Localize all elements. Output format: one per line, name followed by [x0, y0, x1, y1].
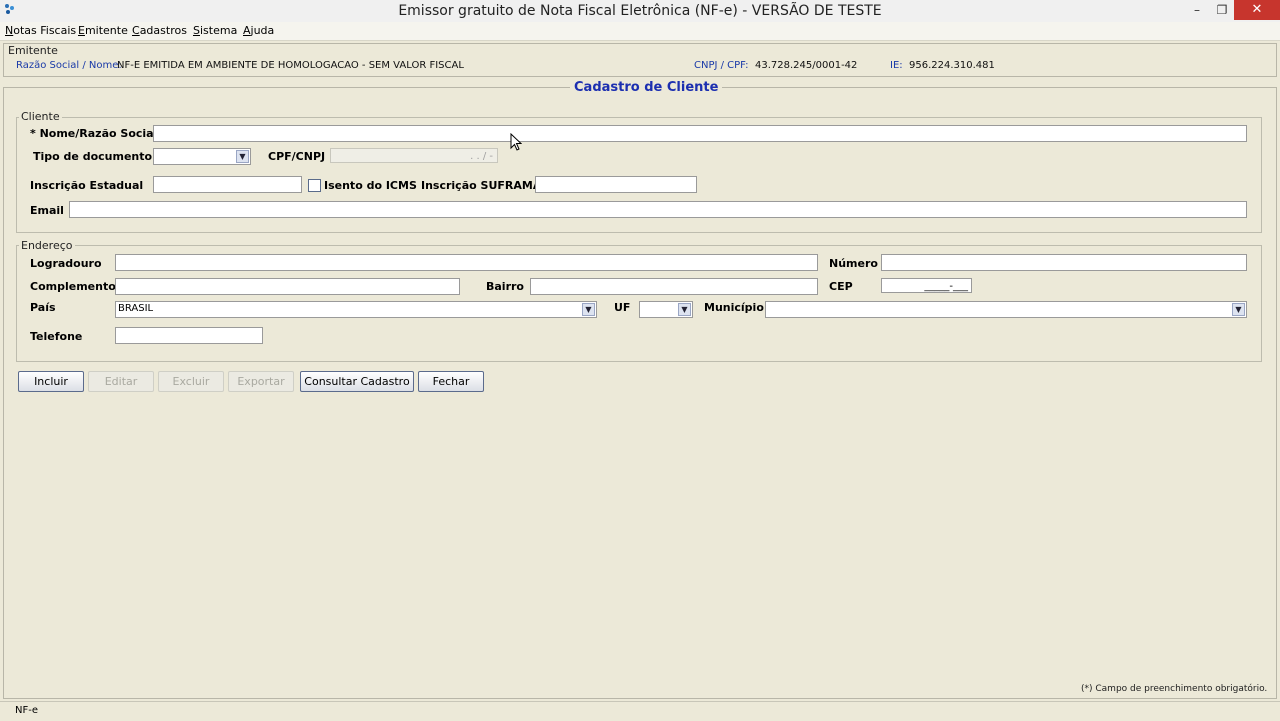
bairro-input[interactable]: [530, 278, 818, 295]
menu-ajuda[interactable]: Ajuda: [243, 24, 274, 37]
numero-label: Número: [829, 257, 878, 270]
emitente-razao-value: NF-E EMITIDA EM AMBIENTE DE HOMOLOGACAO …: [117, 60, 464, 71]
numero-input[interactable]: [881, 254, 1247, 271]
fechar-button[interactable]: Fechar: [418, 371, 484, 392]
endereco-group-label: Endereço: [19, 239, 75, 252]
excluir-button[interactable]: Excluir: [158, 371, 224, 392]
required-fields-note: (*) Campo de preenchimento obrigatório.: [1081, 684, 1268, 694]
consultar-cadastro-button[interactable]: Consultar Cadastro: [300, 371, 414, 392]
menu-notas-fiscais[interactable]: Notas Fiscais: [5, 24, 76, 37]
cliente-group-label: Cliente: [19, 110, 62, 123]
pais-value: BRASIL: [118, 303, 154, 314]
menu-sistema[interactable]: Sistema: [193, 24, 237, 37]
menu-bar: Notas Fiscais Emitente Cadastros Sistema…: [0, 22, 1280, 41]
menu-emitente[interactable]: Emitente: [78, 24, 128, 37]
emitente-ie-value: 956.224.310.481: [909, 60, 995, 71]
menu-cadastros[interactable]: Cadastros: [132, 24, 187, 37]
chevron-down-icon[interactable]: ▼: [1232, 303, 1245, 316]
cpf-cnpj-input[interactable]: . . / -: [330, 148, 498, 163]
exportar-button[interactable]: Exportar: [228, 371, 294, 392]
nome-label: * Nome/Razão Social: [30, 127, 158, 140]
isento-icms-label: Isento do ICMS: [324, 179, 417, 192]
telefone-label: Telefone: [30, 330, 83, 343]
municipio-select[interactable]: ▼: [765, 301, 1247, 318]
status-text: NF-e: [15, 705, 38, 716]
nome-input[interactable]: [153, 125, 1247, 142]
suframa-label: Inscrição SUFRAMA: [421, 179, 542, 192]
editar-button[interactable]: Editar: [88, 371, 154, 392]
cpf-cnpj-label: CPF/CNPJ: [268, 150, 326, 163]
pais-label: País: [30, 301, 56, 314]
emitente-razao-label: Razão Social / Nome:: [16, 60, 122, 71]
close-button[interactable]: ✕: [1234, 0, 1280, 20]
incluir-button[interactable]: Incluir: [18, 371, 84, 392]
municipio-label: Município: [704, 301, 764, 314]
chevron-down-icon[interactable]: ▼: [678, 303, 691, 316]
window-title: Emissor gratuito de Nota Fiscal Eletrôni…: [398, 3, 882, 19]
mouse-cursor-icon: [510, 132, 523, 154]
email-label: Email: [30, 204, 64, 217]
complemento-input[interactable]: [115, 278, 460, 295]
status-bar: NF-e: [0, 701, 1280, 721]
emitente-cnpj-value: 43.728.245/0001-42: [755, 60, 858, 71]
isento-icms-checkbox[interactable]: [308, 179, 321, 192]
chevron-down-icon[interactable]: ▼: [236, 150, 249, 163]
suframa-input[interactable]: [535, 176, 697, 193]
telefone-input[interactable]: [115, 327, 263, 344]
chevron-down-icon[interactable]: ▼: [582, 303, 595, 316]
logradouro-label: Logradouro: [30, 257, 102, 270]
uf-select[interactable]: ▼: [639, 301, 693, 318]
inscricao-estadual-input[interactable]: [153, 176, 302, 193]
complemento-label: Complemento: [30, 280, 116, 293]
emitente-ie-label: IE:: [890, 60, 903, 71]
bairro-label: Bairro: [486, 280, 524, 293]
minimize-button[interactable]: –: [1183, 0, 1211, 20]
restore-button[interactable]: ❐: [1208, 0, 1236, 20]
pais-select[interactable]: BRASIL ▼: [115, 301, 597, 318]
uf-label: UF: [614, 301, 631, 314]
emitente-cnpj-label: CNPJ / CPF:: [694, 60, 749, 71]
inscricao-estadual-label: Inscrição Estadual: [30, 179, 144, 192]
tipo-documento-select[interactable]: ▼: [153, 148, 251, 165]
logradouro-input[interactable]: [115, 254, 818, 271]
form-title: Cadastro de Cliente: [570, 80, 723, 95]
tipo-documento-label: Tipo de documento: [33, 150, 153, 163]
email-input[interactable]: [69, 201, 1247, 218]
title-bar: Emissor gratuito de Nota Fiscal Eletrôni…: [0, 0, 1280, 23]
cep-input[interactable]: _____-___: [881, 278, 972, 293]
cep-label: CEP: [829, 280, 853, 293]
emitente-group-label: Emitente: [6, 44, 60, 57]
